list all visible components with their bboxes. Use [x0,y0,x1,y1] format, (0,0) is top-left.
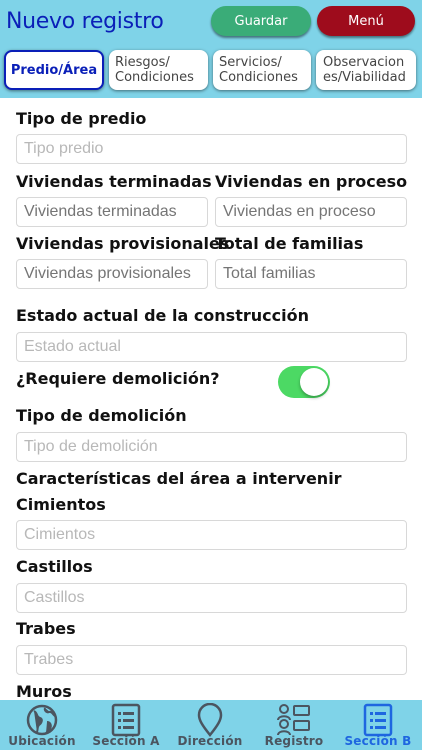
tab-predio-area[interactable]: Predio/Área [4,50,104,90]
list-icon [363,703,393,737]
tipo-predio-label: Tipo de predio [16,109,147,128]
tab-label: Predio/Área [10,62,98,78]
toggle-knob [300,368,328,396]
nav-label: Sección A [92,734,160,748]
tab-label: Observacion es/Viabilidad [323,55,406,85]
tipo-demolicion-input[interactable] [17,433,406,461]
trabes-field[interactable] [16,645,407,675]
section-tabs: Predio/Área Riesgos/ Condiciones Servici… [0,46,422,98]
castillos-input[interactable] [17,584,406,612]
caracteristicas-heading: Características del área a intervenir [16,469,342,488]
estado-actual-input[interactable] [17,333,406,361]
form-scroll-area[interactable]: Tipo de predio Viviendas terminadas Vivi… [0,98,422,700]
total-familias-label: Total de familias [215,234,364,253]
nav-label: Sección B [344,734,412,748]
map-pin-icon [197,703,223,737]
tipo-predio-input[interactable] [17,135,406,163]
tab-observaciones-viabilidad[interactable]: Observacion es/Viabilidad [316,50,416,90]
header-bar: Nuevo registro Guardar Menú [0,0,422,46]
total-familias-input[interactable] [216,260,406,288]
estado-actual-field[interactable] [16,332,407,362]
nav-label: Dirección [177,734,243,748]
tipo-demolicion-label: Tipo de demolición [16,406,187,425]
viviendas-proceso-field[interactable] [215,197,407,227]
cimientos-label: Cimientos [16,495,106,514]
tipo-demolicion-field[interactable] [16,432,407,462]
nav-ubicacion[interactable]: Ubicación [0,700,84,750]
viviendas-proceso-label: Viviendas en proceso [215,172,408,191]
list-icon [111,703,141,737]
muros-label: Muros [16,682,72,700]
viviendas-provisionales-input[interactable] [17,260,207,288]
menu-button[interactable]: Menú [317,6,415,36]
nav-direccion[interactable]: Dirección [168,700,252,750]
cimientos-input[interactable] [17,521,406,549]
cimientos-field[interactable] [16,520,407,550]
users-icon [277,704,310,736]
viviendas-provisionales-field[interactable] [16,259,208,289]
viviendas-provisionales-label: Viviendas provisionales [16,234,230,253]
nav-registro[interactable]: Registro [252,700,336,750]
page-title: Nuevo registro [6,9,164,34]
nav-seccion-b[interactable]: Sección B [336,700,420,750]
tab-label: Riesgos/ Condiciones [115,55,194,85]
trabes-label: Trabes [16,619,76,638]
nav-label: Registro [264,734,324,748]
total-familias-field[interactable] [215,259,407,289]
requiere-demolicion-toggle[interactable] [278,366,330,398]
tipo-predio-field[interactable] [16,134,407,164]
tab-label: Servicios/ Condiciones [219,55,298,85]
bottom-nav: Ubicación Sección A Dirección Registro S… [0,700,422,750]
castillos-field[interactable] [16,583,407,613]
trabes-input[interactable] [17,646,406,674]
save-button[interactable]: Guardar [211,6,311,36]
requiere-demolicion-label: ¿Requiere demolición? [16,369,220,388]
nav-label: Ubicación [8,734,76,748]
tab-riesgos-condiciones[interactable]: Riesgos/ Condiciones [109,50,208,90]
viviendas-terminadas-label: Viviendas terminadas [16,172,212,191]
viviendas-terminadas-input[interactable] [17,198,207,226]
viviendas-terminadas-field[interactable] [16,197,208,227]
globe-icon [26,704,58,736]
nav-seccion-a[interactable]: Sección A [84,700,168,750]
tab-servicios-condiciones[interactable]: Servicios/ Condiciones [213,50,311,90]
castillos-label: Castillos [16,557,93,576]
viviendas-proceso-input[interactable] [216,198,406,226]
estado-actual-label: Estado actual de la construcción [16,306,309,325]
